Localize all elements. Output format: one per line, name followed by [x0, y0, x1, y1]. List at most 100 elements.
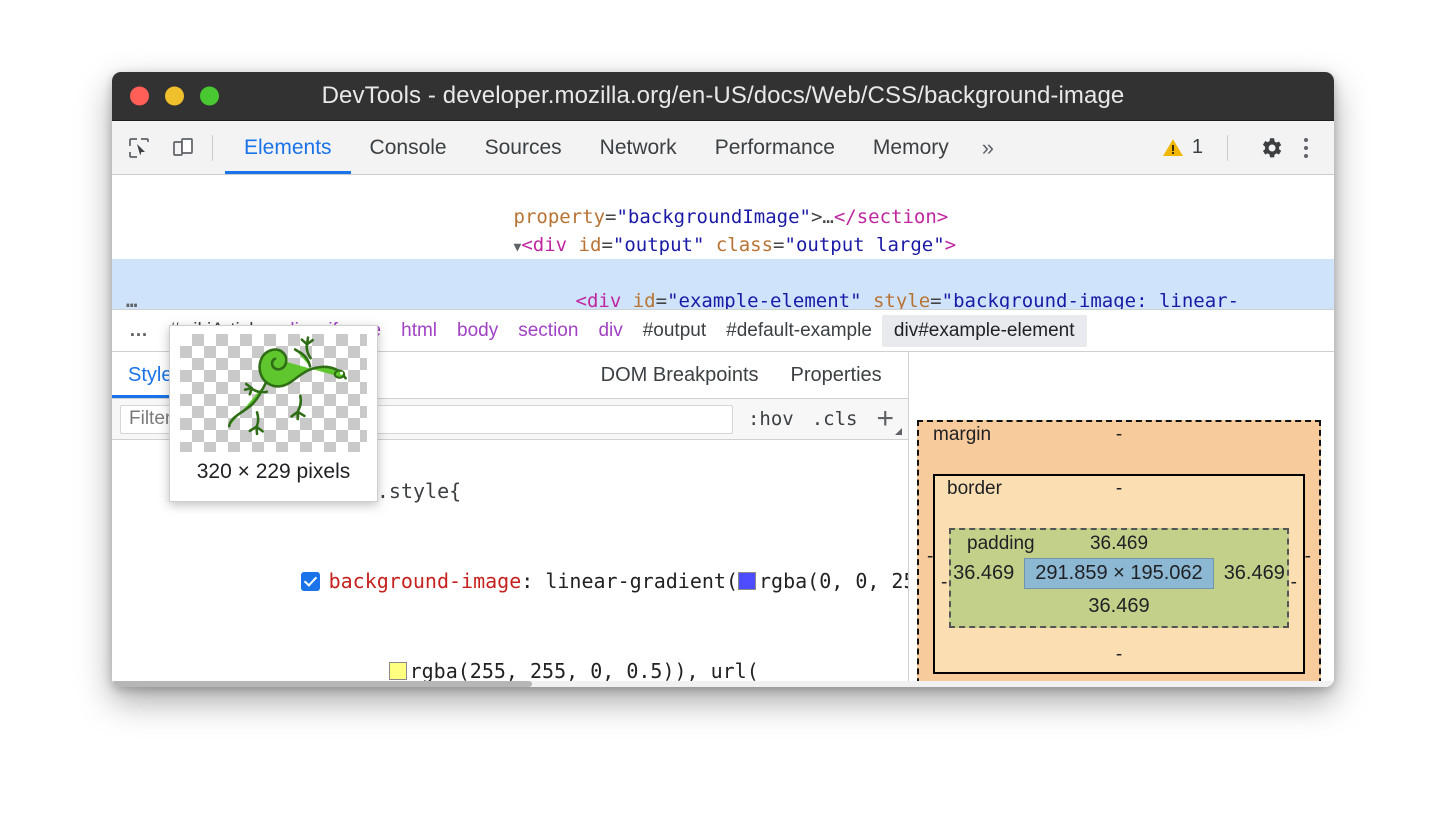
hov-toggle-button[interactable]: :hov	[739, 408, 803, 430]
css-declaration-background-image[interactable]: background-image: linear-gradient(rgba(0…	[112, 536, 908, 626]
tab-memory-label: Memory	[873, 136, 949, 160]
cls-toggle-button[interactable]: .cls	[803, 408, 867, 430]
breadcrumb-item-default-example[interactable]: #default-example	[716, 317, 882, 345]
tab-network-label: Network	[600, 136, 677, 160]
box-model-border-box[interactable]: border - - - padding 36.469 36.469	[933, 474, 1305, 674]
dom-eq-1: =	[605, 206, 616, 228]
toolbar-right-actions: 1	[1153, 131, 1334, 165]
css-open-brace-1: {	[449, 479, 461, 503]
box-model-margin-box[interactable]: margin - - - border - - -	[917, 420, 1321, 687]
lizard-image-preview	[180, 334, 367, 452]
panel-tabs: Elements Console Sources Network Perform…	[225, 121, 1008, 174]
box-model-content-box[interactable]: 291.859 × 195.062	[1024, 558, 1213, 589]
dom-attr-id-name-3: id	[621, 290, 655, 309]
box-model-margin-right-value[interactable]: -	[1305, 546, 1311, 568]
horizontal-scrollbar-thumb[interactable]	[112, 681, 532, 687]
image-preview-tooltip: 320 × 229 pixels	[169, 325, 378, 502]
box-model-margin-top-value[interactable]: -	[919, 424, 1319, 446]
warning-counter[interactable]: 1	[1153, 136, 1211, 160]
tab-elements-label: Elements	[244, 136, 332, 160]
warning-triangle-icon	[1161, 136, 1185, 160]
color-swatch-blue[interactable]	[738, 572, 756, 590]
box-model-padding-left-value[interactable]: 36.469	[953, 562, 1014, 585]
declaration-value-part-1: linear-gradient(	[545, 569, 738, 593]
dom-attr-id-value-1: "output"	[613, 234, 705, 256]
tab-elements[interactable]: Elements	[225, 121, 351, 174]
tab-dom-breakpoints-label: DOM Breakpoints	[601, 364, 759, 387]
css-declaration-value-line-2: rgba(255, 255, 0, 0.5)), url(	[112, 626, 908, 687]
dom-gt-1: >	[945, 234, 956, 256]
gear-icon[interactable]	[1254, 131, 1288, 165]
declaration-colon-1: :	[521, 569, 545, 593]
window-titlebar: DevTools - developer.mozilla.org/en-US/d…	[112, 72, 1334, 121]
dom-eq-3: =	[773, 234, 784, 256]
dom-attr-class-name: class	[704, 234, 773, 256]
breadcrumb-overflow-icon[interactable]: …	[120, 317, 159, 345]
box-model-padding-bottom-value[interactable]: 36.469	[1088, 595, 1149, 617]
new-style-rule-dropdown-icon[interactable]	[895, 428, 902, 435]
tab-console[interactable]: Console	[351, 121, 466, 174]
devtools-toolbar: Elements Console Sources Network Perform…	[112, 121, 1334, 175]
box-model-content-row: 36.469 291.859 × 195.062 36.469	[951, 558, 1287, 589]
dom-tree[interactable]: property="backgroundImage">…</section> ▼…	[112, 175, 1334, 309]
dom-attr-property-name: property	[514, 206, 606, 228]
dom-gt-ellipsis: >…	[811, 206, 834, 228]
dom-row-menu-icon[interactable]: …	[126, 287, 139, 309]
device-toolbar-icon[interactable]	[166, 131, 200, 165]
breadcrumb-item-div-2[interactable]: div	[588, 317, 632, 345]
box-model-padding-right-value[interactable]: 36.469	[1224, 562, 1285, 585]
box-model-border-top-value[interactable]: -	[935, 478, 1303, 500]
tab-sources[interactable]: Sources	[466, 121, 581, 174]
more-tabs-chevron-icon[interactable]: »	[968, 121, 1008, 174]
horizontal-scrollbar[interactable]	[112, 681, 1334, 687]
tab-performance-label: Performance	[715, 136, 835, 160]
kebab-menu-icon[interactable]	[1292, 132, 1320, 164]
tab-sources-label: Sources	[485, 136, 562, 160]
tab-properties[interactable]: Properties	[775, 352, 898, 398]
warning-count-label: 1	[1192, 136, 1203, 159]
breadcrumb-item-example-element[interactable]: div#example-element	[882, 315, 1087, 347]
window-title: DevTools - developer.mozilla.org/en-US/d…	[112, 72, 1334, 120]
tab-dom-breakpoints[interactable]: DOM Breakpoints	[585, 352, 775, 398]
toolbar-divider-2	[1227, 135, 1228, 161]
screenshot-stage: DevTools - developer.mozilla.org/en-US/d…	[0, 0, 1446, 832]
breadcrumb-item-section[interactable]: section	[508, 317, 588, 345]
dom-eq-5: =	[656, 290, 667, 309]
tab-memory[interactable]: Memory	[854, 121, 968, 174]
tab-network[interactable]: Network	[581, 121, 696, 174]
tab-console-label: Console	[370, 136, 447, 160]
dom-eq-2: =	[601, 234, 612, 256]
breadcrumb-item-body[interactable]: body	[447, 317, 508, 345]
dom-tag-div: <div	[521, 234, 567, 256]
dom-attr-style-value-1: "background-image: linear-	[942, 290, 1239, 309]
box-model-pane: margin - - - border - - -	[909, 352, 1334, 687]
inspect-element-icon[interactable]	[122, 131, 156, 165]
box-model-padding-top-value[interactable]: 36.469	[951, 533, 1287, 555]
tab-performance[interactable]: Performance	[696, 121, 854, 174]
dom-eq-6: =	[930, 290, 941, 309]
new-style-rule-button[interactable]: +	[866, 404, 908, 434]
dom-attr-style-name: style	[862, 290, 931, 309]
dom-attr-property-value: "backgroundImage"	[616, 206, 810, 228]
dom-tag-div-example: <div	[576, 290, 622, 309]
lizard-icon	[180, 334, 367, 452]
dom-close-section: </section>	[834, 206, 948, 228]
tab-properties-label: Properties	[791, 364, 882, 387]
box-model-border-right-value[interactable]: -	[1291, 572, 1297, 594]
dom-line-selected[interactable]: …<div id="example-element" style="backgr…	[112, 259, 1334, 287]
declaration-color-2-text: rgba(255, 255, 0, 0.5)), url(	[410, 659, 759, 683]
image-preview-dimensions: 320 × 229 pixels	[170, 460, 377, 484]
declaration-enabled-checkbox[interactable]	[301, 572, 320, 591]
breadcrumb-item-output[interactable]: #output	[633, 317, 716, 345]
declaration-name-background-image[interactable]: background-image	[329, 569, 522, 593]
box-model-border-left-value[interactable]: -	[941, 572, 947, 594]
toolbar-divider	[212, 135, 213, 161]
dom-line-section[interactable]: property="backgroundImage">…</section>	[112, 175, 1334, 203]
box-model-padding-box[interactable]: padding 36.469 36.469 291.859 × 195.062 …	[949, 528, 1289, 628]
dom-attr-id-value-3: "example-element"	[667, 290, 861, 309]
new-style-rule-label: +	[876, 402, 894, 435]
dom-attr-class-value: "output large"	[785, 234, 945, 256]
color-swatch-yellow[interactable]	[389, 662, 407, 680]
breadcrumb-item-html[interactable]: html	[391, 317, 447, 345]
box-model-border-bottom-value[interactable]: -	[1116, 644, 1122, 665]
